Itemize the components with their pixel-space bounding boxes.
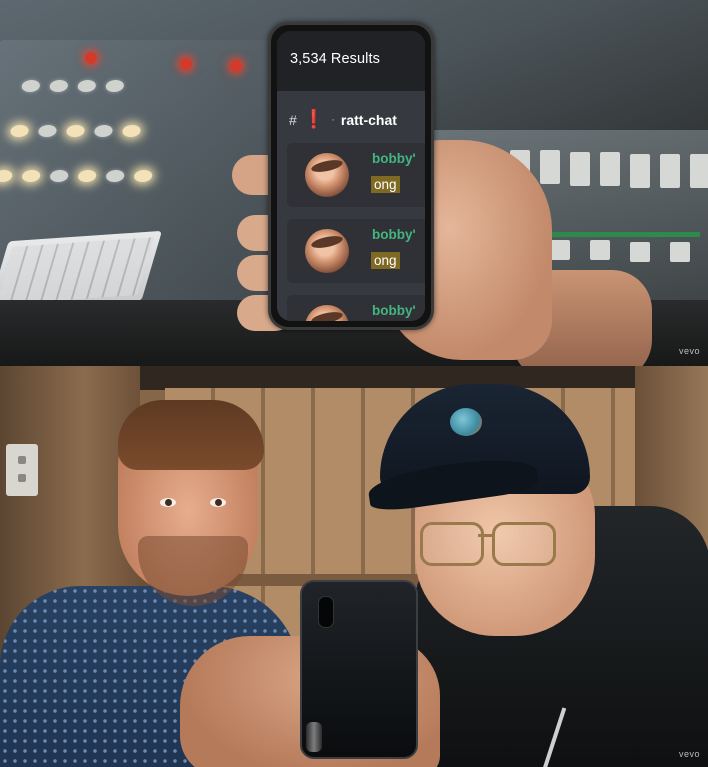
message-text: ong — [371, 176, 400, 193]
vevo-watermark: vevo — [678, 346, 700, 356]
fader — [660, 154, 680, 188]
exclamation-icon: ❗ — [302, 109, 326, 129]
search-result-message[interactable]: bobby' ong — [287, 143, 425, 207]
phone-screen: 3,534 Results # ❗ · ratt-chat bobby' ong… — [277, 31, 425, 321]
lit-button — [133, 170, 153, 182]
eye — [210, 498, 226, 507]
search-result-message[interactable]: bobby' ong — [287, 219, 425, 283]
channel-row[interactable]: # ❗ · ratt-chat — [289, 109, 397, 130]
knob — [49, 170, 69, 182]
finger-ring — [306, 722, 322, 752]
glasses — [420, 522, 560, 566]
hash-icon: # — [289, 111, 297, 128]
lit-button — [21, 170, 41, 182]
eye — [160, 498, 176, 507]
knob-row — [9, 125, 142, 137]
message-username: bobby' — [372, 151, 416, 166]
knob-row — [20, 80, 125, 92]
fader — [690, 154, 708, 188]
knob-row — [0, 170, 153, 182]
red-led — [85, 52, 97, 64]
top-photo-panel: 3,534 Results # ❗ · ratt-chat bobby' ong… — [0, 0, 708, 366]
knob — [37, 125, 58, 137]
knob — [93, 125, 114, 137]
channel-name: ratt-chat — [340, 111, 397, 128]
knob — [48, 80, 69, 92]
message-username: bobby' — [372, 303, 416, 318]
knob — [104, 80, 125, 92]
lit-button — [0, 170, 13, 182]
fader — [630, 242, 650, 262]
knob — [105, 170, 125, 182]
fader — [670, 242, 690, 262]
avatar — [305, 153, 349, 197]
message-text: ong — [371, 252, 400, 269]
knob — [20, 80, 41, 92]
fader — [630, 154, 650, 188]
fader — [590, 240, 610, 260]
camera-icon — [318, 596, 334, 628]
red-led — [230, 60, 242, 72]
message-username: bobby' — [372, 227, 416, 242]
glasses-lens — [492, 522, 556, 566]
avatar — [305, 305, 349, 321]
dot-separator: · — [331, 113, 335, 126]
avatar — [305, 229, 349, 273]
hair — [118, 400, 264, 470]
lit-button — [65, 125, 86, 137]
red-led — [180, 58, 192, 70]
fader — [600, 152, 620, 186]
glasses-lens — [420, 522, 484, 566]
knob — [76, 80, 97, 92]
lit-button — [9, 125, 30, 137]
search-results-header: 3,534 Results — [277, 31, 425, 91]
lit-button — [121, 125, 142, 137]
vevo-watermark: vevo — [678, 749, 700, 759]
smartphone: 3,534 Results # ❗ · ratt-chat bobby' ong… — [268, 22, 434, 330]
bottom-photo-panel: vevo — [0, 366, 708, 767]
lit-button — [77, 170, 97, 182]
search-result-message[interactable]: bobby' — [287, 295, 425, 321]
results-count: 3,534 Results — [290, 51, 380, 67]
cap-logo-icon — [450, 408, 482, 436]
